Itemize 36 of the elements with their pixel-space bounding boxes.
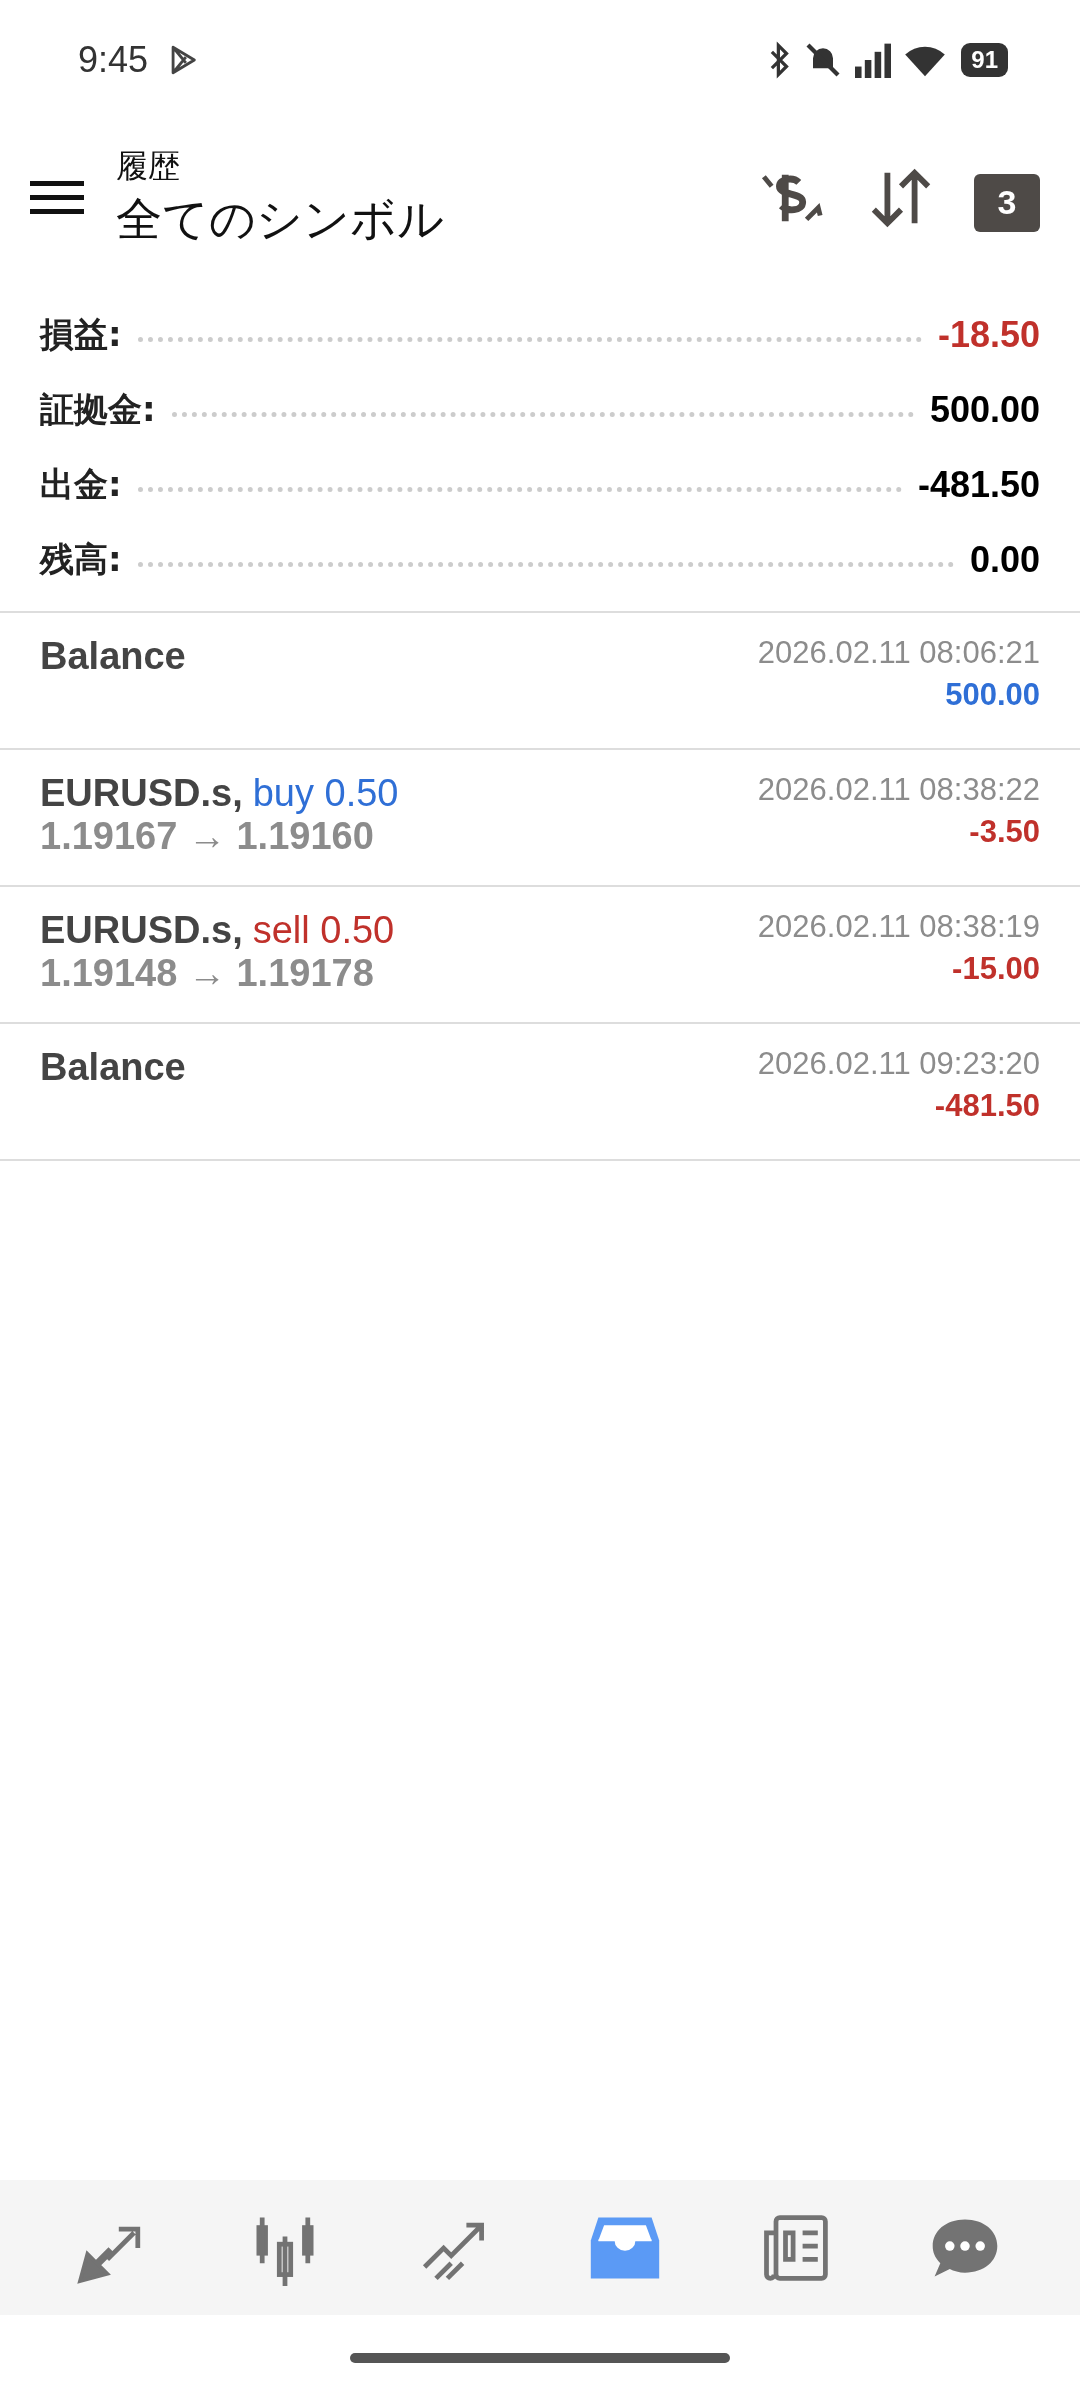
deal-time: 2026.02.11 08:38:19 xyxy=(757,909,1040,945)
home-indicator[interactable] xyxy=(350,2352,730,2363)
deal-time: 2026.02.11 08:38:22 xyxy=(757,772,1040,808)
symbol-selector[interactable]: 全てのシンボル xyxy=(116,188,444,251)
deal-profit: -15.00 xyxy=(952,951,1040,987)
deal-row[interactable]: EURUSD.s, buy 0.50 1.19167 → 1.19160 2026.02.11 08:38:22 -3.50 xyxy=(0,750,1080,887)
status-time: 9:45 xyxy=(78,39,149,81)
deal-time: 2026.02.11 08:06:21 xyxy=(757,635,1040,671)
summary-value: -18.50 xyxy=(937,313,1040,356)
summary-value: -481.50 xyxy=(917,463,1040,506)
deal-title: Balance xyxy=(40,635,186,678)
deal-prices: 1.19148 → 1.19178 xyxy=(40,952,375,995)
deal-row[interactable]: EURUSD.s, sell 0.50 1.19148 → 1.19178 2026.02.11 08:38:19 -15.00 xyxy=(0,887,1080,1024)
deal-side: sell 0.50 xyxy=(252,909,395,952)
deal-profit: -481.50 xyxy=(934,1088,1040,1124)
summary-value: 0.00 xyxy=(969,538,1040,581)
deal-prices: 1.19167 → 1.19160 xyxy=(40,815,375,858)
menu-icon[interactable] xyxy=(30,178,84,217)
deal-symbol: EURUSD.s, xyxy=(40,909,243,952)
deal-profit: 500.00 xyxy=(945,677,1040,713)
summary-label: 証拠金: xyxy=(40,387,156,431)
deal-title: Balance xyxy=(40,1046,186,1089)
deal-profit: -3.50 xyxy=(969,814,1040,850)
summary-value: 500.00 xyxy=(929,388,1040,431)
summary-label: 残高: xyxy=(40,537,122,581)
summary-label: 損益: xyxy=(40,312,122,356)
signal-icon xyxy=(853,42,894,78)
deal-time: 2026.02.11 09:23:20 xyxy=(757,1046,1040,1082)
deal-side: buy 0.50 xyxy=(252,772,399,815)
battery-level: 91 xyxy=(961,43,1008,77)
summary-label: 出金: xyxy=(40,462,122,506)
deal-row[interactable]: Balance 2026.02.11 08:06:21 500.00 xyxy=(0,613,1080,750)
calendar-button[interactable]: 3 xyxy=(974,173,1040,232)
deal-symbol: EURUSD.s, xyxy=(40,772,243,815)
deal-row[interactable]: Balance 2026.02.11 09:23:20 -481.50 xyxy=(0,1024,1080,1161)
screen-subtitle: 履歴 xyxy=(116,145,181,187)
